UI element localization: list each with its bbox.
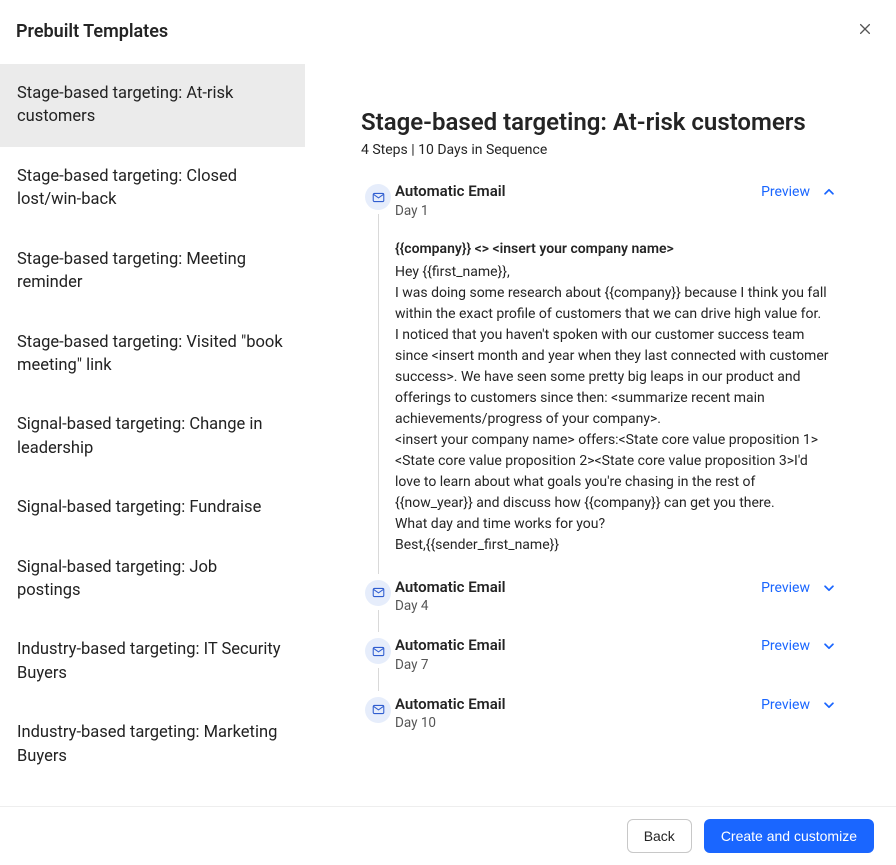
step-gutter [361,578,395,637]
template-title: Stage-based targeting: At-risk customers [361,108,836,136]
sequence-step: Automatic EmailDay 10 Preview [361,695,836,754]
step-title: Automatic Email [395,636,506,656]
email-body-line: What day and time works for you? [395,514,836,535]
sequence-step: Automatic EmailDay 7 Preview [361,636,836,695]
step-day: Day 1 [395,203,506,219]
preview-toggle[interactable]: Preview [761,184,836,200]
email-subject: {{company}} <> <insert your company name… [395,239,836,260]
preview-toggle[interactable]: Preview [761,580,836,596]
step-body: Automatic EmailDay 4 Preview [395,578,836,637]
step-title: Automatic Email [395,578,506,598]
email-body-line: I was doing some research about {{compan… [395,283,836,325]
step-head: Automatic EmailDay 1 Preview [395,182,836,219]
back-button[interactable]: Back [627,819,692,853]
step-day: Day 7 [395,657,506,673]
step-title: Automatic Email [395,695,506,715]
template-detail: Stage-based targeting: At-risk customers… [305,54,896,806]
email-icon [365,580,391,606]
template-sidebar: Stage-based targeting: At-risk customers… [0,54,305,806]
sequence-step: Automatic EmailDay 1 Preview {{company}} <… [361,182,836,578]
steps-list: Automatic EmailDay 1Preview{{company}} <… [361,182,836,753]
sidebar-item[interactable]: Stage-based targeting: Meeting reminder [0,230,305,313]
chevron-up-icon [822,185,836,199]
sidebar-item[interactable]: Stage-based targeting: Closed lost/win-b… [0,147,305,230]
sidebar-item[interactable]: Industry-based targeting: Sales [0,786,305,806]
create-and-customize-button[interactable]: Create and customize [704,819,874,853]
chevron-down-icon [822,581,836,595]
step-head: Automatic EmailDay 10 Preview [395,695,836,732]
email-body-line: Best,{{sender_first_name}} [395,535,836,556]
preview-label: Preview [761,184,810,200]
email-body-line: I noticed that you haven't spoken with o… [395,325,836,430]
step-gutter [361,636,395,695]
step-day: Day 4 [395,598,506,614]
modal-body: Stage-based targeting: At-risk customers… [0,54,896,807]
sidebar-item[interactable]: Signal-based targeting: Change in leader… [0,395,305,478]
step-body: Automatic EmailDay 7 Preview [395,636,836,695]
sidebar-item[interactable]: Signal-based targeting: Fundraise [0,478,305,537]
chevron-down-icon [822,639,836,653]
sidebar-item[interactable]: Stage-based targeting: At-risk customers [0,64,305,147]
sequence-step: Automatic EmailDay 4 Preview [361,578,836,637]
preview-toggle[interactable]: Preview [761,638,836,654]
email-body-line: <insert your company name> offers:<State… [395,430,836,514]
modal-title: Prebuilt Templates [16,21,168,42]
step-gutter [361,182,395,578]
email-body-line: Hey {{first_name}}, [395,262,836,283]
sidebar-item[interactable]: Signal-based targeting: Job postings [0,538,305,621]
step-title: Automatic Email [395,182,506,202]
modal-footer: Back Create and customize [0,807,896,865]
sidebar-item[interactable]: Industry-based targeting: Marketing Buye… [0,703,305,786]
preview-label: Preview [761,580,810,596]
sidebar-item[interactable]: Stage-based targeting: Visited "book mee… [0,313,305,396]
step-head: Automatic EmailDay 4 Preview [395,578,836,615]
step-day: Day 10 [395,715,506,731]
step-connector [378,610,379,633]
email-icon [365,697,391,723]
step-connector [378,214,379,574]
close-icon[interactable] [854,18,876,44]
template-subline: 4 Steps | 10 Days in Sequence [361,142,836,158]
step-body: Automatic EmailDay 10 Preview [395,695,836,754]
step-connector [378,668,379,691]
email-icon [365,638,391,664]
step-head: Automatic EmailDay 7 Preview [395,636,836,673]
preview-label: Preview [761,697,810,713]
preview-label: Preview [761,638,810,654]
step-body: Automatic EmailDay 1 Preview {{company}} <… [395,182,836,578]
sidebar-item[interactable]: Industry-based targeting: IT Security Bu… [0,620,305,703]
modal-header: Prebuilt Templates [0,0,896,54]
step-gutter [361,695,395,754]
preview-toggle[interactable]: Preview [761,697,836,713]
chevron-down-icon [822,698,836,712]
email-content: {{company}} <> <insert your company name… [395,239,836,556]
email-icon [365,184,391,210]
